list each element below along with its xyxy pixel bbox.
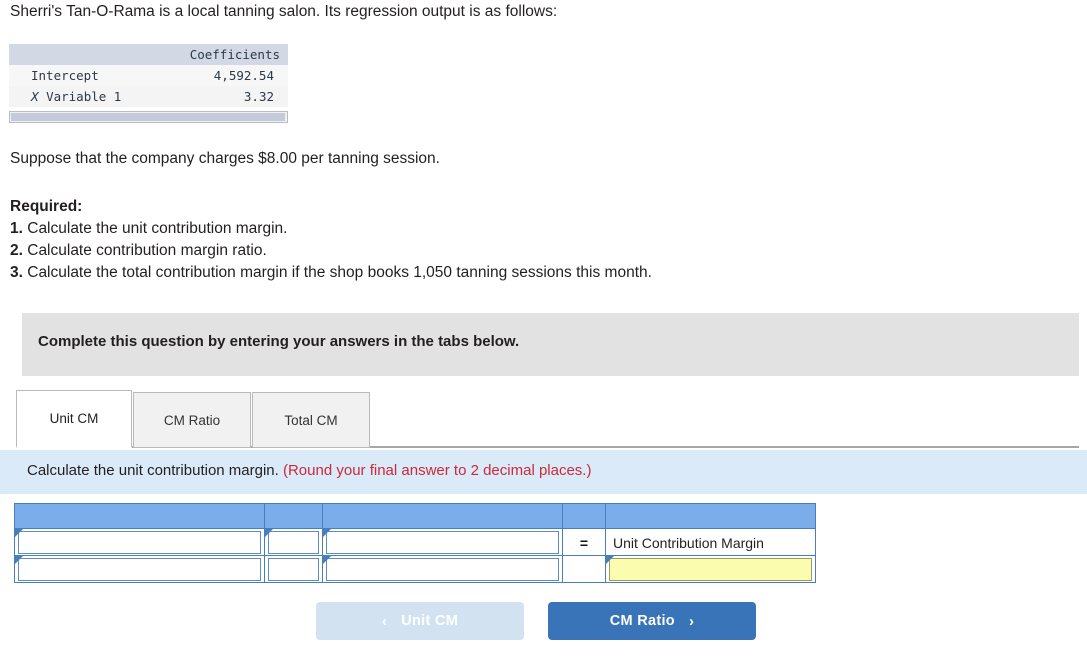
input-unit-contribution-margin-answer[interactable]	[609, 558, 812, 581]
input-row2-col3[interactable]	[326, 558, 559, 581]
answer-cell-row2-col2[interactable]	[265, 556, 323, 583]
required-item-2-number: 2.	[10, 242, 23, 259]
dropdown-corner-icon[interactable]	[323, 556, 331, 564]
regression-horizontal-scrollbar[interactable]	[9, 111, 288, 123]
answer-grid-header-cell-2	[265, 504, 323, 528]
question-prompt-strip: Calculate the unit contribution margin. …	[0, 450, 1087, 494]
input-row1-col2[interactable]	[268, 531, 319, 554]
question-prompt-main: Calculate the unit contribution margin.	[27, 462, 279, 479]
answer-grid-header-cell-3	[323, 504, 563, 528]
exercise-page: Sherri's Tan-O-Rama is a local tanning s…	[0, 0, 1087, 656]
regression-row-label-intercept: Intercept	[9, 65, 159, 86]
question-prompt: Calculate the unit contribution margin. …	[27, 462, 591, 479]
required-item-1: 1. Calculate the unit contribution margi…	[10, 218, 652, 240]
intro-text: Sherri's Tan-O-Rama is a local tanning s…	[10, 3, 558, 20]
x-variable-rest: Variable 1	[46, 89, 122, 104]
required-item-1-number: 1.	[10, 220, 23, 237]
required-item-2-text: Calculate contribution margin ratio.	[22, 242, 267, 259]
answer-cell-row2-col1[interactable]	[15, 556, 265, 583]
required-item-3-text: Calculate the total contribution margin …	[22, 264, 652, 281]
dropdown-corner-icon[interactable]	[265, 529, 273, 537]
answer-grid-header-cell-5	[606, 504, 815, 528]
tab-total-cm[interactable]: Total CM	[252, 392, 370, 448]
answer-cell-row1-result-label: Unit Contribution Margin	[606, 529, 815, 556]
regression-table-head: Coefficients	[9, 44, 288, 65]
answer-cell-row2-col3[interactable]	[323, 556, 563, 583]
dropdown-corner-icon[interactable]	[323, 529, 331, 537]
answer-cell-row1-col3[interactable]	[323, 529, 563, 556]
unit-contribution-margin-label: Unit Contribution Margin	[613, 534, 764, 551]
answer-cell-row1-col2[interactable]	[265, 529, 323, 556]
answer-grid-header-row	[15, 504, 815, 528]
regression-row-label-xvariable: X Variable 1	[9, 86, 159, 107]
required-item-2: 2. Calculate contribution margin ratio.	[10, 240, 652, 262]
dropdown-corner-icon[interactable]	[15, 529, 23, 537]
regression-coefficients-header: Coefficients	[158, 44, 288, 65]
answer-cell-row1-col1[interactable]	[15, 529, 265, 556]
table-row: = Unit Contribution Margin	[15, 528, 815, 556]
input-row1-col1[interactable]	[18, 531, 261, 554]
required-item-1-text: Calculate the unit contribution margin.	[22, 220, 288, 237]
suppose-text: Suppose that the company charges $8.00 p…	[10, 150, 440, 167]
chevron-right-icon: ›	[688, 612, 695, 630]
input-row2-col2[interactable]	[268, 558, 319, 581]
required-item-3: 3. Calculate the total contribution marg…	[10, 262, 652, 284]
input-row1-col3[interactable]	[326, 531, 559, 554]
regression-row-value-xvariable: 3.32	[158, 86, 288, 107]
scrollbar-thumb[interactable]	[11, 113, 285, 121]
answer-grid-header-cell-1	[15, 504, 265, 528]
regression-output-panel: Coefficients Intercept 4,592.54 X Variab…	[9, 44, 288, 123]
regression-table-body: Intercept 4,592.54 X Variable 1 3.32	[9, 65, 288, 107]
regression-table: Coefficients Intercept 4,592.54 X Variab…	[9, 44, 288, 107]
tab-bar: Unit CM CM Ratio Total CM	[16, 390, 1079, 448]
prev-tab-button[interactable]: ‹ Unit CM	[316, 602, 524, 640]
instruction-banner: Complete this question by entering your …	[22, 313, 1079, 376]
dropdown-corner-icon[interactable]	[15, 556, 23, 564]
regression-row-value-intercept: 4,592.54	[158, 65, 288, 86]
answer-cell-row1-operator: =	[563, 529, 606, 556]
x-variable-italic: X	[31, 89, 39, 104]
dropdown-corner-icon[interactable]	[606, 556, 614, 564]
table-row	[15, 555, 815, 583]
input-row2-col1[interactable]	[18, 558, 261, 581]
required-heading: Required:	[10, 198, 83, 215]
table-row: X Variable 1 3.32	[9, 86, 288, 107]
chevron-left-icon: ‹	[381, 612, 388, 630]
answer-cell-row2-operator	[563, 556, 606, 583]
tab-unit-cm[interactable]: Unit CM	[16, 390, 132, 448]
tab-cm-ratio[interactable]: CM Ratio	[133, 392, 251, 448]
next-tab-button[interactable]: CM Ratio ›	[548, 602, 756, 640]
required-item-3-number: 3.	[10, 264, 23, 281]
regression-blank-header	[9, 44, 159, 65]
next-tab-label: CM Ratio	[609, 613, 675, 629]
table-row: Intercept 4,592.54	[9, 65, 288, 86]
answer-grid-header-cell-4	[563, 504, 606, 528]
instruction-banner-text: Complete this question by entering your …	[38, 333, 520, 350]
answer-grid: = Unit Contribution Margin	[14, 503, 816, 583]
prev-tab-label: Unit CM	[401, 613, 459, 629]
answer-cell-row2-result[interactable]	[606, 556, 815, 583]
table-header-row: Coefficients	[9, 44, 288, 65]
required-block: Required: 1. Calculate the unit contribu…	[10, 196, 652, 284]
rounding-note: (Round your final answer to 2 decimal pl…	[282, 462, 592, 479]
row2-operator	[563, 556, 605, 583]
equals-sign: =	[579, 534, 589, 551]
